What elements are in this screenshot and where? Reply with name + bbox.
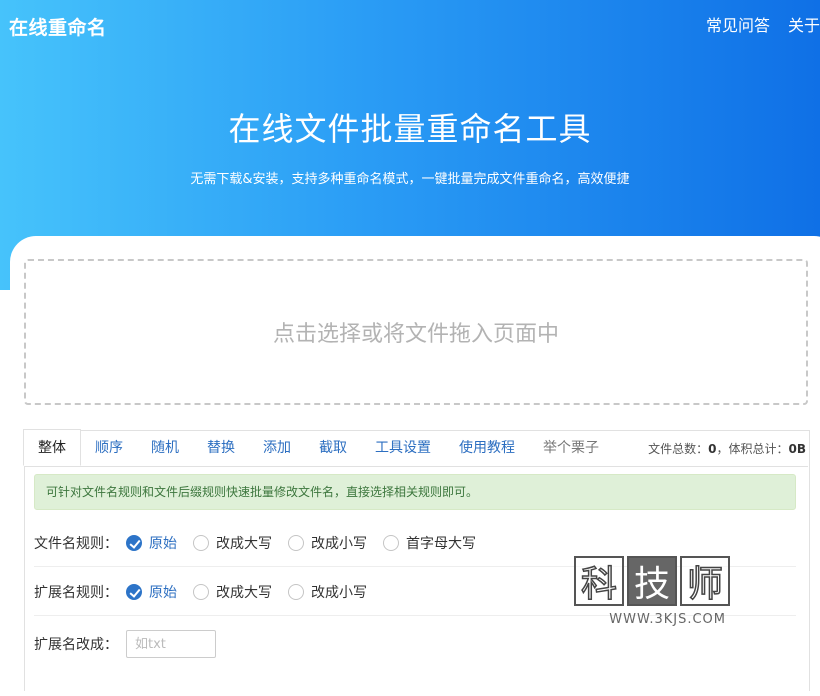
tab-add[interactable]: 添加 [249,430,305,466]
option-label: 首字母大写 [406,535,476,552]
ext-rule-original[interactable]: 原始 [126,582,177,602]
watermark-char: 师 [680,556,730,606]
nav-about-link[interactable]: 关于 [788,12,820,36]
filename-rule-lowercase[interactable]: 改成小写 [288,533,367,553]
file-stats: 文件总数：0，体积总计：0B [648,440,810,457]
watermark-url: WWW.3KJS.COM [609,612,726,627]
nav-faq-link[interactable]: 常见问答 [706,12,770,36]
option-label: 原始 [149,584,177,601]
dropzone-text: 点击选择或将文件拖入页面中 [272,322,559,347]
option-label: 改成小写 [311,584,367,601]
tab-overall[interactable]: 整体 [23,429,81,466]
hero-subtitle: 无需下载&安装，支持多种重命名模式，一键批量完成文件重命名，高效便捷 [190,172,630,187]
ext-rule-label: 扩展名规则： [34,584,118,601]
tabs-divider [24,466,808,467]
hero-title: 在线文件批量重命名工具 [228,110,592,148]
radio-icon[interactable] [193,583,209,600]
radio-icon[interactable] [288,534,304,551]
option-label: 改成大写 [216,584,272,601]
tab-bar: 整体 顺序 随机 替换 添加 截取 工具设置 使用教程 举个栗子 文件总数：0，… [23,429,810,466]
tab-sequence[interactable]: 顺序 [81,430,137,466]
tab-replace[interactable]: 替换 [193,430,249,466]
option-label: 原始 [149,535,177,552]
ext-rule-lowercase[interactable]: 改成小写 [288,582,367,602]
option-label: 改成小写 [311,535,367,552]
site-logo[interactable]: 在线重命名 [9,13,107,40]
top-nav: 常见问答 关于 [706,12,820,36]
ext-rule-uppercase[interactable]: 改成大写 [193,582,272,602]
file-dropzone[interactable]: 点击选择或将文件拖入页面中 [24,259,808,405]
radio-icon[interactable] [193,534,209,551]
radio-checked-icon[interactable] [126,583,142,600]
file-size-label: ，体积总计： [716,441,789,456]
filename-rule-uppercase[interactable]: 改成大写 [193,533,272,553]
option-label: 改成大写 [216,535,272,552]
ext-change-input[interactable] [126,630,216,658]
tab-tool-settings[interactable]: 工具设置 [361,430,445,466]
tab-tutorial[interactable]: 使用教程 [445,430,529,466]
filename-rule-original[interactable]: 原始 [126,533,177,553]
watermark-char: 科 [574,556,624,606]
watermark-chars: 科 技 师 [574,556,734,606]
tab-random[interactable]: 随机 [137,430,193,466]
watermark: 科 技 师 WWW.3KJS.COM [574,556,734,636]
watermark-char: 技 [627,556,677,606]
info-notice: 可针对文件名规则和文件后缀规则快速批量修改文件名，直接选择相关规则即可。 [34,474,796,510]
radio-icon[interactable] [383,534,399,551]
file-total-label: 文件总数： [648,441,709,456]
file-size-value: 0B [788,441,807,456]
tab-extract[interactable]: 截取 [305,430,361,466]
filename-rule-capitalize[interactable]: 首字母大写 [383,533,476,553]
radio-checked-icon[interactable] [126,534,142,551]
filename-rule-label: 文件名规则： [34,535,118,552]
tab-example[interactable]: 举个栗子 [529,430,613,466]
ext-change-label: 扩展名改成： [34,637,118,653]
radio-icon[interactable] [288,583,304,600]
